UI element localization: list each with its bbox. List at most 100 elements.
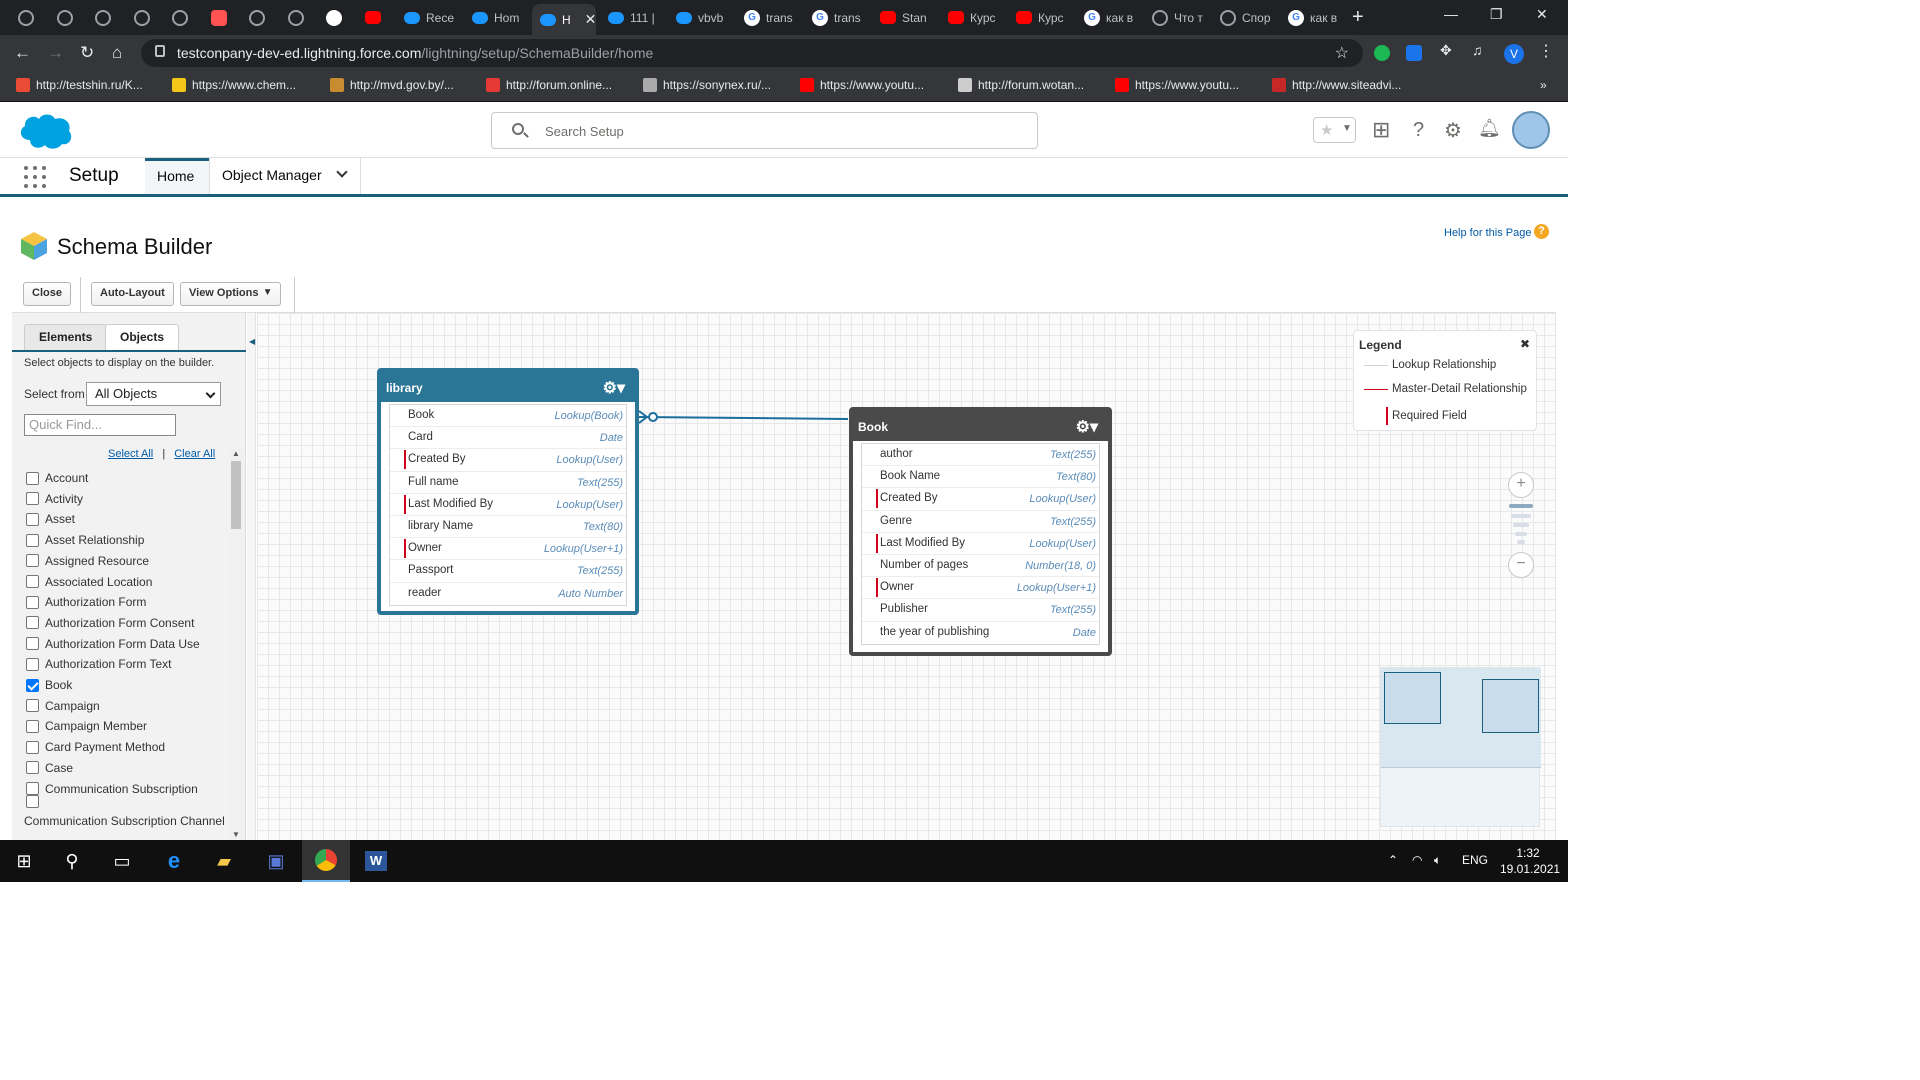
object-checkbox[interactable]	[26, 699, 39, 713]
field-row[interactable]: Created By Lookup(User)	[390, 449, 626, 472]
tab-elements[interactable]: Elements	[24, 324, 108, 350]
browser-tab[interactable]: Hom	[464, 4, 530, 31]
bookmark-star-icon[interactable]: ☆	[1335, 43, 1349, 63]
field-row[interactable]: Number of pages Number(18, 0)	[862, 555, 1099, 578]
system-clock[interactable]: 1:32 19.01.2021	[1500, 845, 1560, 877]
field-row[interactable]: Owner Lookup(User+1)	[390, 538, 626, 561]
chrome-taskbar-icon[interactable]	[302, 840, 350, 882]
object-checkbox[interactable]	[26, 678, 39, 692]
object-checkbox[interactable]	[26, 492, 39, 506]
object-checkbox[interactable]	[26, 471, 39, 485]
word-taskbar-icon[interactable]: W	[352, 840, 400, 882]
extension-check-icon[interactable]	[1374, 45, 1390, 61]
extension-s-icon[interactable]	[1406, 45, 1422, 61]
object-checkbox[interactable]	[26, 740, 39, 754]
tab-home[interactable]: Home	[145, 158, 209, 194]
bookmark-item[interactable]: http://forum.wotan...	[958, 78, 1084, 92]
browser-tab[interactable]	[280, 4, 316, 31]
close-icon[interactable]: ✖	[1520, 337, 1530, 351]
object-checkbox[interactable]	[26, 637, 39, 651]
field-row[interactable]: Last Modified By Lookup(User)	[862, 533, 1099, 555]
browser-tab[interactable]	[203, 4, 239, 31]
scroll-thumb[interactable]	[231, 461, 241, 529]
maximize-button[interactable]: ❐	[1490, 6, 1503, 23]
more-bookmarks-icon[interactable]: »	[1540, 78, 1547, 92]
browser-tab[interactable]	[357, 4, 393, 31]
quick-find-input[interactable]: Quick Find...	[24, 414, 176, 436]
bookmark-item[interactable]: http://mvd.gov.by/...	[330, 78, 454, 92]
field-row[interactable]: Last Modified By Lookup(User)	[390, 494, 626, 516]
browser-tab[interactable]	[87, 4, 123, 31]
field-row[interactable]: author Text(255)	[862, 444, 1099, 467]
field-row[interactable]: Book Lookup(Book)	[390, 405, 626, 428]
salesforce-logo[interactable]	[16, 110, 74, 152]
object-checkbox[interactable]	[26, 782, 39, 795]
media-control-icon[interactable]: ♫	[1472, 42, 1488, 58]
object-checkbox[interactable]	[26, 533, 39, 547]
browser-tab[interactable]	[49, 4, 85, 31]
minimize-button[interactable]: —	[1444, 6, 1458, 22]
browser-tab[interactable]	[164, 4, 200, 31]
gear-icon[interactable]: ⚙	[1444, 118, 1462, 143]
windows-start-icon[interactable]: ⊞	[0, 840, 48, 882]
home-icon[interactable]: ⌂	[112, 43, 122, 63]
field-row[interactable]: the year of publishing Date	[862, 622, 1099, 644]
browser-tab[interactable]: Rece	[396, 4, 462, 31]
field-row[interactable]: library Name Text(80)	[390, 516, 626, 539]
field-row[interactable]: Passport Text(255)	[390, 560, 626, 583]
bookmark-item[interactable]: https://www.youtu...	[800, 78, 924, 92]
browser-tab[interactable]: Что т	[1144, 4, 1210, 31]
object-list-item[interactable]: Associated Location	[26, 572, 152, 592]
tab-object-manager[interactable]: Object Manager	[209, 158, 361, 194]
browser-tab[interactable]: Gtrans	[804, 4, 870, 31]
object-list-item[interactable]: Authorization Form Data Use	[26, 634, 200, 654]
object-list-item[interactable]: Book	[26, 675, 72, 695]
object-list-scrollbar[interactable]: ▲ ▼	[230, 449, 242, 839]
bookmark-item[interactable]: https://www.chem...	[172, 78, 296, 92]
clear-all-link[interactable]: Clear All	[174, 448, 215, 460]
zoom-out-button[interactable]: −	[1508, 552, 1534, 578]
object-checkbox[interactable]	[26, 657, 39, 671]
browser-tab[interactable]: Gкак в	[1076, 4, 1142, 31]
zoom-in-button[interactable]: +	[1508, 472, 1534, 498]
bookmark-item[interactable]: http://testshin.ru/K...	[16, 78, 143, 92]
back-icon[interactable]: ←	[14, 43, 31, 63]
url-input[interactable]: testconpany-dev-ed.lightning.force.com/l…	[141, 39, 1363, 67]
zoom-level-bar[interactable]	[1515, 532, 1527, 536]
object-checkbox[interactable]	[26, 554, 39, 568]
file-explorer-icon[interactable]: ▰	[200, 840, 248, 882]
extensions-puzzle-icon[interactable]: ✥	[1440, 42, 1456, 58]
help-for-page-link[interactable]: Help for this Page	[1444, 227, 1531, 239]
object-list-item[interactable]: Case	[26, 758, 73, 778]
favorites-button[interactable]: ★ ▼	[1313, 117, 1356, 143]
tab-objects[interactable]: Objects	[105, 324, 180, 350]
object-header-book[interactable]: Book ⚙▾	[853, 411, 1108, 441]
select-from-dropdown[interactable]: All Objects	[86, 382, 221, 406]
wifi-icon[interactable]: ◠	[1412, 853, 1422, 867]
notification-bell-icon[interactable]: 🔔︎	[1478, 118, 1501, 139]
field-row[interactable]: Genre Text(255)	[862, 511, 1099, 533]
object-checkbox[interactable]	[26, 575, 39, 588]
object-list-item[interactable]: Authorization Form	[26, 592, 146, 612]
object-list-item[interactable]: Asset Relationship	[26, 530, 144, 550]
object-checkbox[interactable]	[26, 512, 39, 526]
browser-tab[interactable]: Gtrans	[736, 4, 802, 31]
bookmark-item[interactable]: http://forum.online...	[486, 78, 612, 92]
object-list-item[interactable]: Card Payment Method	[26, 737, 165, 757]
minimap[interactable]	[1380, 667, 1541, 827]
forward-icon[interactable]: →	[47, 43, 64, 63]
object-list-item[interactable]: Asset	[26, 509, 75, 529]
tray-expand-icon[interactable]: ⌃	[1388, 853, 1398, 867]
object-list-item[interactable]: Campaign	[26, 696, 100, 716]
scroll-down-icon[interactable]: ▼	[232, 830, 240, 839]
close-button[interactable]: Close	[23, 282, 71, 306]
bookmark-item[interactable]: https://www.youtu...	[1115, 78, 1239, 92]
object-list-item[interactable]: Assigned Resource	[26, 551, 149, 571]
browser-tab[interactable]: Спор	[1212, 4, 1278, 31]
browser-tab[interactable]: vbvb	[668, 4, 734, 31]
save-app-icon[interactable]: ▣	[252, 840, 300, 882]
volume-icon[interactable]: 🔈︎	[1434, 853, 1441, 868]
edge-browser-icon[interactable]: e	[150, 840, 198, 882]
view-options-button[interactable]: View Options ▼	[180, 282, 282, 306]
chevron-down-icon[interactable]	[336, 166, 348, 178]
